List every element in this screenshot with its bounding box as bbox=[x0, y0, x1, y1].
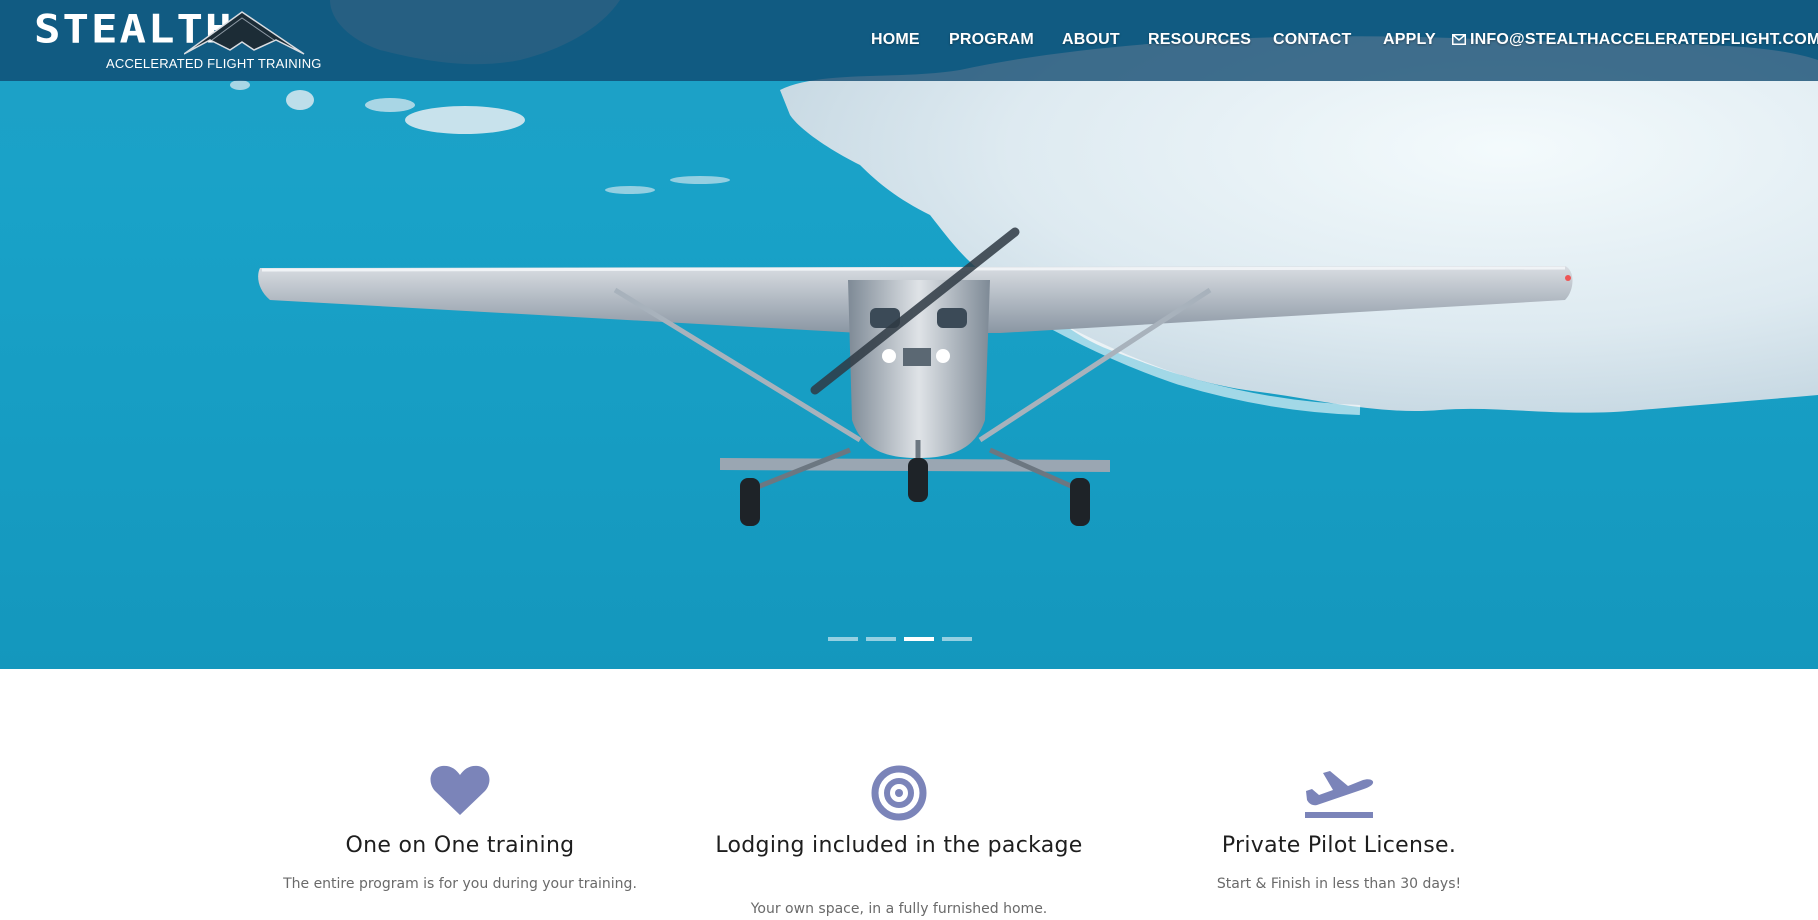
feature-text: Your own space, in a fully furnished hom… bbox=[750, 901, 1048, 917]
nav-apply[interactable]: APPLY bbox=[1383, 31, 1436, 49]
plane-takeoff-icon bbox=[1305, 771, 1374, 818]
top-navbar: STEALTH ACCELERATED FLIGHT TRAINING HOME… bbox=[0, 0, 1818, 81]
nav-program[interactable]: PROGRAM bbox=[949, 31, 1034, 49]
hero-slider: STEALTH ACCELERATED FLIGHT TRAINING HOME… bbox=[0, 0, 1818, 669]
feature-title: Private Pilot License. bbox=[1221, 833, 1457, 858]
mail-icon[interactable] bbox=[1452, 34, 1466, 45]
heart-icon bbox=[430, 765, 490, 815]
target-icon bbox=[871, 765, 927, 821]
nav-home[interactable]: HOME bbox=[871, 31, 920, 49]
logo-tagline: ACCELERATED FLIGHT TRAINING bbox=[106, 56, 322, 71]
carousel-dot-1[interactable] bbox=[828, 637, 858, 641]
hero-image-airplane bbox=[230, 0, 1818, 526]
carousel-dot-3[interactable] bbox=[904, 637, 934, 641]
carousel-dot-4[interactable] bbox=[942, 637, 972, 641]
site-logo[interactable]: STEALTH ACCELERATED FLIGHT TRAINING bbox=[34, 10, 321, 74]
stealth-jet-logo-icon bbox=[184, 11, 305, 55]
carousel-dot-2[interactable] bbox=[866, 637, 896, 641]
features-section: One on One training The entire program i… bbox=[0, 669, 1818, 920]
nav-contact[interactable]: CONTACT bbox=[1273, 31, 1351, 49]
feature-text: The entire program is for you during you… bbox=[283, 876, 637, 892]
nav-about[interactable]: ABOUT bbox=[1062, 31, 1120, 49]
nav-email-link[interactable]: INFO@STEALTHACCELERATEDFLIGHT.COM bbox=[1470, 31, 1818, 49]
nav-resources[interactable]: RESOURCES bbox=[1148, 31, 1251, 49]
feature-title: One on One training bbox=[345, 833, 575, 858]
feature-text: Start & Finish in less than 30 days! bbox=[1216, 876, 1462, 892]
feature-title: Lodging included in the package bbox=[715, 833, 1083, 858]
